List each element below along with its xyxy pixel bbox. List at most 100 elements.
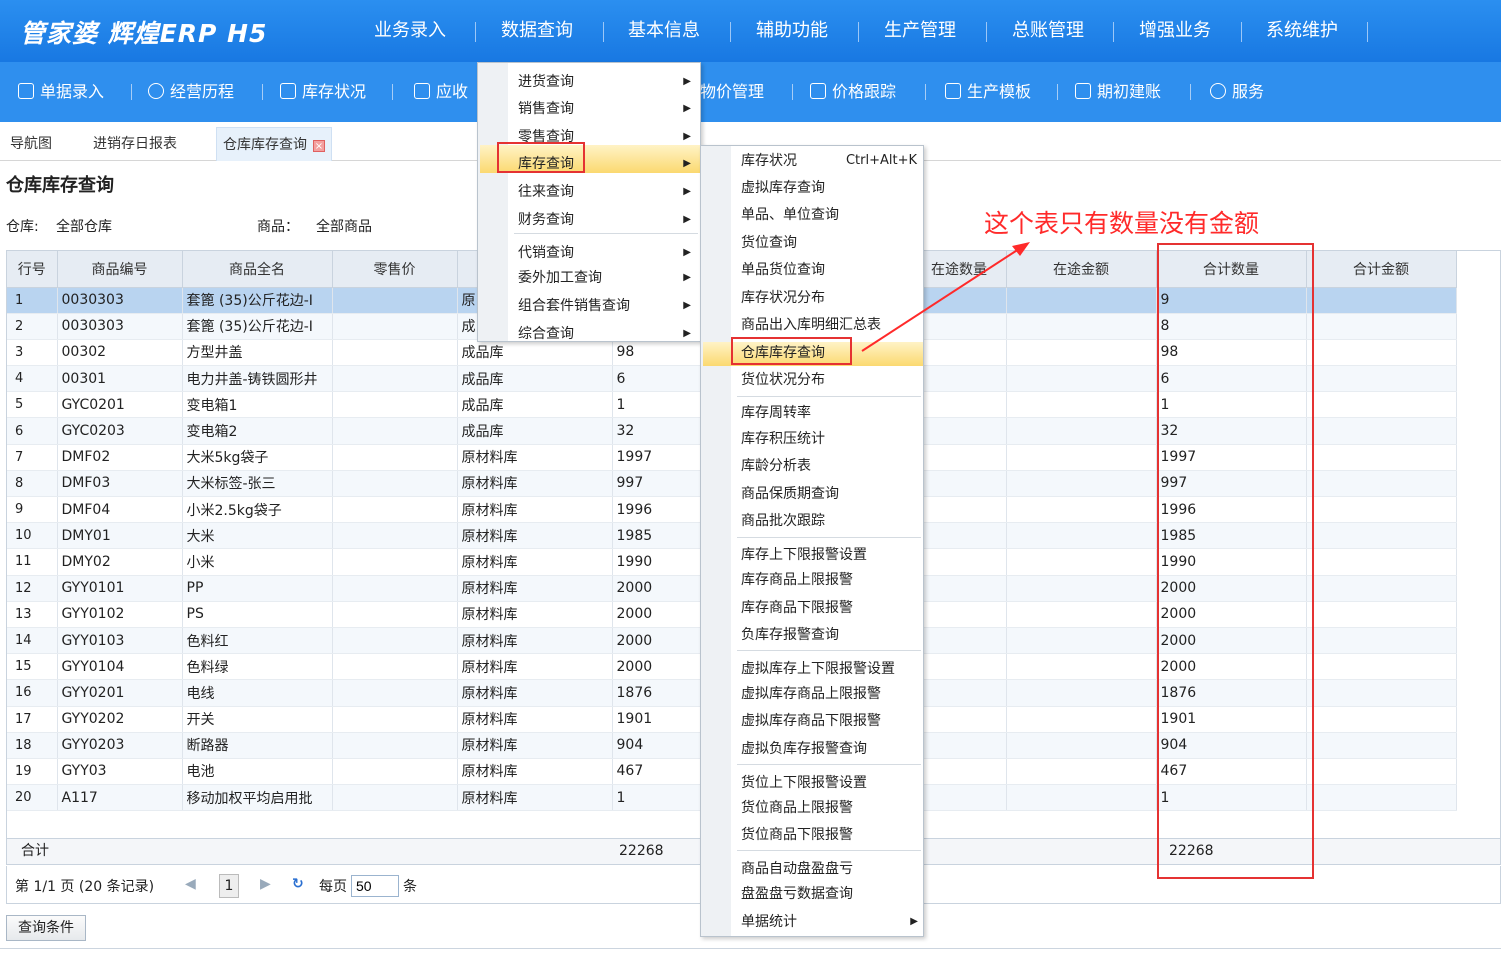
menu-separator [737, 764, 921, 765]
current-page[interactable]: 1 [219, 874, 239, 898]
tool-stock-status[interactable]: 库存状况 [280, 62, 366, 122]
topmenu-ledger[interactable]: 总账管理 [1012, 0, 1084, 62]
table-cell: 19 [7, 758, 58, 786]
menu-item[interactable]: 货位商品下限报警 [741, 822, 917, 848]
table-cell: DMF04 [57, 496, 183, 524]
table-cell: 套篦 (35)公斤花边-I [182, 313, 333, 340]
menu-item[interactable]: 商品批次跟踪 [741, 508, 917, 534]
query-conditions-button[interactable]: 查询条件 [6, 915, 86, 941]
topmenu-basic-info[interactable]: 基本信息 [628, 0, 700, 62]
close-icon[interactable]: × [313, 140, 325, 152]
menu-item[interactable]: 盘盈盘亏数据查询 [741, 881, 917, 907]
prev-page-icon[interactable]: ◀ [185, 876, 196, 892]
menu-item[interactable]: 委外加工查询 ▶ [518, 265, 691, 291]
menu-item[interactable]: 销售查询 ▶ [518, 96, 691, 122]
menu-item[interactable]: 库龄分析表 [741, 453, 917, 479]
menu-item[interactable]: 单据统计 ▶ [741, 909, 918, 935]
menu-item[interactable]: 虚拟库存商品上限报警 [741, 681, 917, 707]
tool-business-history[interactable]: 经营历程 [148, 62, 234, 122]
refresh-icon[interactable]: ↻ [292, 876, 304, 892]
table-cell [1306, 601, 1457, 628]
table-cell [912, 758, 1007, 786]
tool-document-entry[interactable]: 单据录入 [18, 62, 104, 122]
next-page-icon[interactable]: ▶ [260, 876, 271, 892]
table-cell: 1990 [612, 548, 703, 576]
annotation-highlight-box [497, 142, 585, 173]
tool-receivable[interactable]: 应收 [414, 62, 468, 122]
column-header[interactable]: 在途数量 [912, 251, 1007, 288]
table-cell: DMF02 [57, 444, 183, 471]
topmenu-data-query[interactable]: 数据查询 [501, 0, 573, 62]
column-header[interactable]: 商品全名 [182, 251, 333, 288]
column-header[interactable]: 零售价 [332, 251, 458, 288]
topmenu-production[interactable]: 生产管理 [884, 0, 956, 62]
menu-item[interactable]: 商品保质期查询 [741, 481, 917, 507]
table-cell: 1996 [612, 496, 703, 524]
table-cell: 开关 [182, 706, 333, 733]
menu-item[interactable]: 商品自动盘盈盘亏 [741, 856, 917, 882]
menu-item[interactable]: 单品货位查询 [741, 257, 917, 283]
topmenu-enhanced[interactable]: 增强业务 [1139, 0, 1211, 62]
tool-production-template[interactable]: 生产模板 [945, 62, 1031, 122]
menu-item-label: 销售查询 [518, 101, 574, 117]
menu-item[interactable]: 货位商品上限报警 [741, 795, 917, 821]
topmenu-auxiliary[interactable]: 辅助功能 [756, 0, 828, 62]
topmenu-business-entry[interactable]: 业务录入 [374, 0, 446, 62]
menu-item[interactable]: 进货查询 ▶ [518, 69, 691, 95]
table-cell: 1997 [612, 444, 703, 471]
menu-item[interactable]: 往来查询 ▶ [518, 179, 691, 205]
column-header[interactable]: 行号 [7, 251, 58, 288]
column-header[interactable]: 合计金额 [1306, 251, 1457, 288]
column-header[interactable]: 商品编号 [57, 251, 183, 288]
table-cell [332, 758, 458, 786]
topmenu-divider [986, 22, 987, 42]
tool-service[interactable]: 服务 [1210, 62, 1264, 122]
tab-warehouse-stock[interactable]: 仓库库存查询 × [216, 127, 332, 161]
table-cell [1306, 548, 1457, 576]
menu-item[interactable]: 商品出入库明细汇总表 [741, 312, 917, 338]
menu-item[interactable]: 组合套件销售查询 ▶ [518, 293, 691, 319]
table-cell [332, 417, 458, 445]
page-title: 仓库库存查询 [6, 175, 114, 196]
menu-item[interactable]: 货位状况分布 [741, 367, 917, 393]
menu-item[interactable]: 库存上下限报警设置 [741, 542, 917, 568]
chevron-right-icon: ▶ [683, 131, 691, 142]
menu-item[interactable]: 货位查询 [741, 230, 917, 256]
menu-item[interactable]: 财务查询 ▶ [518, 207, 691, 233]
menu-item[interactable]: 库存商品下限报警 [741, 595, 917, 621]
warehouse-filter-value: 全部仓库 [56, 219, 112, 235]
tab-daily-report[interactable]: 进销存日报表 [87, 127, 183, 161]
menu-item[interactable]: 库存周转率 [741, 400, 917, 426]
column-header[interactable]: 在途金额 [1006, 251, 1157, 288]
menu-item[interactable]: 单品、单位查询 [741, 202, 917, 228]
table-cell: 1 [612, 391, 703, 419]
toolbar-divider [131, 84, 132, 100]
tab-navigation-map[interactable]: 导航图 [4, 127, 58, 161]
topmenu-system[interactable]: 系统维护 [1266, 0, 1338, 62]
menu-item[interactable]: 货位上下限报警设置 [741, 770, 917, 796]
table-cell [1006, 365, 1157, 393]
menu-item[interactable]: 虚拟库存查询 [741, 175, 917, 201]
menu-item[interactable]: 库存状况 Ctrl+Alt+K [741, 148, 917, 174]
menu-item[interactable]: 库存状况分布 [741, 285, 917, 311]
menu-item[interactable]: 负库存报警查询 [741, 622, 917, 648]
menu-item[interactable]: 虚拟库存商品下限报警 [741, 708, 917, 734]
menu-item[interactable]: 库存积压统计 [741, 426, 917, 452]
menu-item[interactable]: 库存商品上限报警 [741, 567, 917, 593]
chevron-right-icon: ▶ [910, 916, 918, 927]
tool-price-tracking[interactable]: 价格跟踪 [810, 62, 896, 122]
table-cell: 11 [7, 548, 58, 576]
per-page-input[interactable] [351, 875, 399, 897]
menu-item-label: 往来查询 [518, 184, 574, 200]
tool-opening-account[interactable]: 期初建账 [1075, 62, 1161, 122]
tool-price-management[interactable]: 物价管理 [700, 62, 764, 122]
menu-item[interactable]: 综合查询 ▶ [518, 321, 691, 347]
menu-gutter [478, 63, 508, 341]
table-cell [1306, 287, 1457, 314]
menu-item-label: 货位状况分布 [741, 372, 825, 388]
menu-item[interactable]: 虚拟负库存报警查询 [741, 736, 917, 762]
menu-item[interactable]: 代销查询 ▶ [518, 240, 691, 266]
toolbar-divider [1190, 84, 1191, 100]
menu-item[interactable]: 虚拟库存上下限报警设置 [741, 656, 917, 682]
table-cell [1306, 470, 1457, 498]
